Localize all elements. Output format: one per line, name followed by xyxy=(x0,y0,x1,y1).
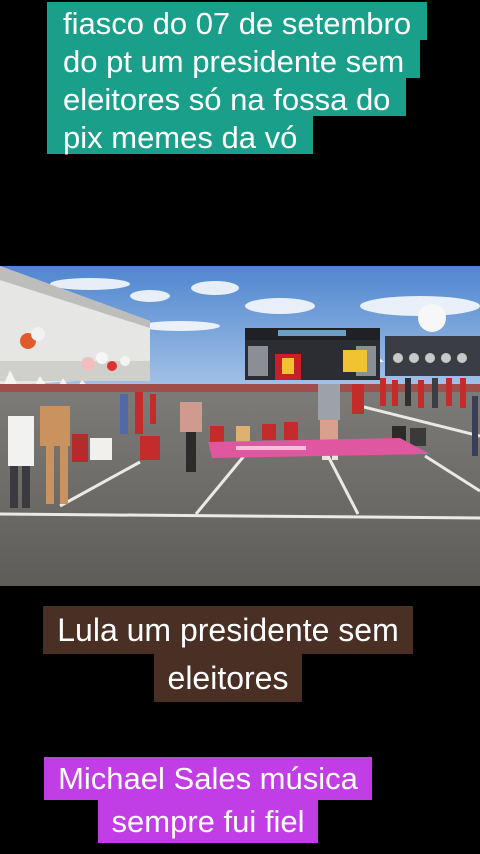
top-caption-line-3: eleitores só na fossa do xyxy=(47,78,407,116)
event-photo xyxy=(0,266,480,586)
top-caption: fiasco do 07 de setembro do pt um presid… xyxy=(47,2,428,154)
bottom-caption: Michael Sales música sempre fui fiel xyxy=(18,757,398,843)
bottom-caption-line-1: Michael Sales música xyxy=(44,757,372,800)
stage-banner-yellow xyxy=(343,350,367,372)
top-caption-line-1: fiasco do 07 de setembro xyxy=(47,2,428,40)
bottom-caption-line-2: sempre fui fiel xyxy=(97,800,319,843)
middle-caption-line-2: eleitores xyxy=(153,654,303,702)
top-caption-line-4: pix memes da vó xyxy=(47,116,314,154)
top-caption-line-2: do pt um presidente sem xyxy=(47,40,421,78)
ground xyxy=(0,384,480,586)
middle-caption-line-1: Lula um presidente sem xyxy=(43,606,413,654)
middle-caption: Lula um presidente sem eleitores xyxy=(18,606,438,702)
